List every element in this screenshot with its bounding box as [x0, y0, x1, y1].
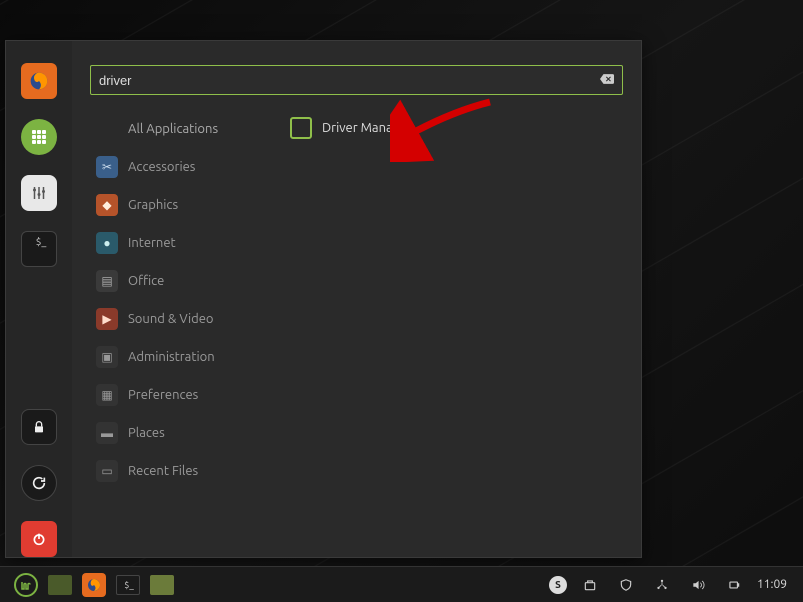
- result-driver-manager[interactable]: Driver Manager: [284, 113, 623, 143]
- category-label: Preferences: [128, 388, 198, 402]
- category-icon: [96, 118, 118, 140]
- category-administration[interactable]: ▣ Administration: [90, 341, 268, 373]
- search-field-wrapper[interactable]: [90, 65, 623, 95]
- category-label: Office: [128, 274, 164, 288]
- menu-columns: All Applications ✂ Accessories ◆ Graphic…: [90, 113, 623, 541]
- category-label: Recent Files: [128, 464, 198, 478]
- globe-icon: ●: [96, 232, 118, 254]
- recent-icon: ▭: [96, 460, 118, 482]
- category-graphics[interactable]: ◆ Graphics: [90, 189, 268, 221]
- result-label: Driver Manager: [322, 121, 412, 135]
- favorite-terminal[interactable]: $_: [21, 231, 57, 267]
- category-all-applications[interactable]: All Applications: [90, 113, 268, 145]
- category-accessories[interactable]: ✂ Accessories: [90, 151, 268, 183]
- logout-button[interactable]: [21, 465, 57, 501]
- favorites-column: $_: [6, 41, 72, 557]
- graphics-icon: ◆: [96, 194, 118, 216]
- category-label: Administration: [128, 350, 215, 364]
- tray-volume-icon[interactable]: [685, 572, 711, 598]
- category-label: Sound & Video: [128, 312, 214, 326]
- clear-search-icon[interactable]: [600, 74, 614, 87]
- category-label: Accessories: [128, 160, 195, 174]
- category-recent-files[interactable]: ▭ Recent Files: [90, 455, 268, 487]
- taskbar-files[interactable]: [150, 575, 174, 595]
- tray-battery-icon[interactable]: [721, 572, 747, 598]
- places-icon: ▬: [96, 422, 118, 444]
- search-input[interactable]: [99, 73, 600, 88]
- admin-icon: ▣: [96, 346, 118, 368]
- category-sound-video[interactable]: ▶ Sound & Video: [90, 303, 268, 335]
- taskbar-clock[interactable]: 11:09: [757, 578, 787, 591]
- play-icon: ▶: [96, 308, 118, 330]
- results-list: Driver Manager: [268, 113, 623, 541]
- category-places[interactable]: ▬ Places: [90, 417, 268, 449]
- prefs-icon: ▦: [96, 384, 118, 406]
- category-office[interactable]: ▤ Office: [90, 265, 268, 297]
- driver-manager-icon: [290, 117, 312, 139]
- taskbar-terminal[interactable]: $_: [116, 575, 140, 595]
- favorite-apps[interactable]: [21, 119, 57, 155]
- category-label: Internet: [128, 236, 176, 250]
- taskbar: $_ S 11:09: [0, 566, 803, 602]
- tray-network-icon[interactable]: [649, 572, 675, 598]
- favorite-settings[interactable]: [21, 175, 57, 211]
- tray-shield-icon[interactable]: [613, 572, 639, 598]
- start-menu: $_ All Applications ✂: [5, 40, 642, 558]
- menu-main-panel: All Applications ✂ Accessories ◆ Graphic…: [72, 41, 641, 557]
- category-label: Graphics: [128, 198, 178, 212]
- office-icon: ▤: [96, 270, 118, 292]
- favorite-firefox[interactable]: [21, 63, 57, 99]
- categories-list: All Applications ✂ Accessories ◆ Graphic…: [90, 113, 268, 541]
- category-label: All Applications: [128, 122, 218, 136]
- taskbar-show-desktop[interactable]: [48, 575, 72, 595]
- tray-indicator-s[interactable]: S: [549, 576, 567, 594]
- power-button[interactable]: [21, 521, 57, 557]
- start-menu-button[interactable]: [14, 573, 38, 597]
- category-label: Places: [128, 426, 165, 440]
- category-internet[interactable]: ● Internet: [90, 227, 268, 259]
- tray-updates-icon[interactable]: [577, 572, 603, 598]
- category-preferences[interactable]: ▦ Preferences: [90, 379, 268, 411]
- lock-screen-button[interactable]: [21, 409, 57, 445]
- scissors-icon: ✂: [96, 156, 118, 178]
- taskbar-firefox[interactable]: [82, 573, 106, 597]
